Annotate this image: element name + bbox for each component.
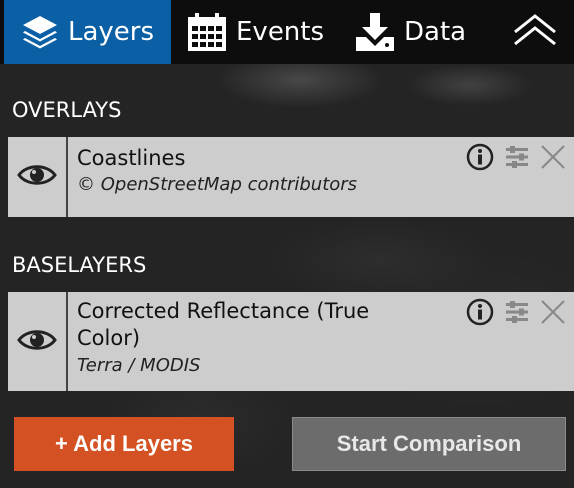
- info-icon[interactable]: [466, 143, 494, 171]
- visibility-toggle[interactable]: [8, 137, 68, 217]
- visibility-toggle[interactable]: [8, 292, 68, 391]
- download-icon: [354, 11, 396, 53]
- layer-actions: [466, 143, 566, 171]
- layer-attribution: Terra / MODIS: [77, 355, 201, 376]
- tab-bar: Layers Events Data: [0, 0, 574, 64]
- layer-name: Coastlines: [77, 146, 186, 170]
- layer-name-line2: Color): [77, 326, 141, 350]
- tab-data[interactable]: Data: [354, 0, 466, 64]
- layer-panel: Layers Events Data OVERLAYS Coastlines ©…: [0, 0, 574, 488]
- layer-name-line1: Corrected Reflectance (True: [77, 299, 370, 323]
- layer-actions: [466, 298, 566, 326]
- layer-attribution: © OpenStreetMap contributors: [77, 174, 358, 195]
- eye-icon: [17, 327, 57, 357]
- tab-layers-label: Layers: [68, 17, 155, 47]
- calendar-icon: [186, 11, 228, 53]
- overlays-heading: OVERLAYS: [12, 98, 122, 122]
- layers-icon: [20, 12, 60, 52]
- remove-layer-icon[interactable]: [540, 299, 566, 325]
- info-icon[interactable]: [466, 298, 494, 326]
- tab-layers[interactable]: Layers: [4, 0, 171, 64]
- layer-item-corrected-reflectance: Corrected Reflectance (True Color) Terra…: [8, 292, 574, 391]
- start-comparison-button[interactable]: Start Comparison: [292, 417, 566, 471]
- layer-item-coastlines: Coastlines © OpenStreetMap contributors: [8, 137, 574, 217]
- baselayers-heading: BASELAYERS: [12, 253, 147, 277]
- remove-layer-icon[interactable]: [540, 144, 566, 170]
- collapse-panel-button[interactable]: [512, 12, 558, 52]
- tab-events-label: Events: [236, 17, 325, 47]
- add-layers-button[interactable]: + Add Layers: [14, 417, 234, 471]
- chevron-up-icon: [512, 12, 558, 52]
- layer-options-icon[interactable]: [504, 144, 530, 170]
- layer-options-icon[interactable]: [504, 299, 530, 325]
- tab-data-label: Data: [404, 17, 467, 47]
- tab-events[interactable]: Events: [186, 0, 324, 64]
- eye-icon: [17, 162, 57, 192]
